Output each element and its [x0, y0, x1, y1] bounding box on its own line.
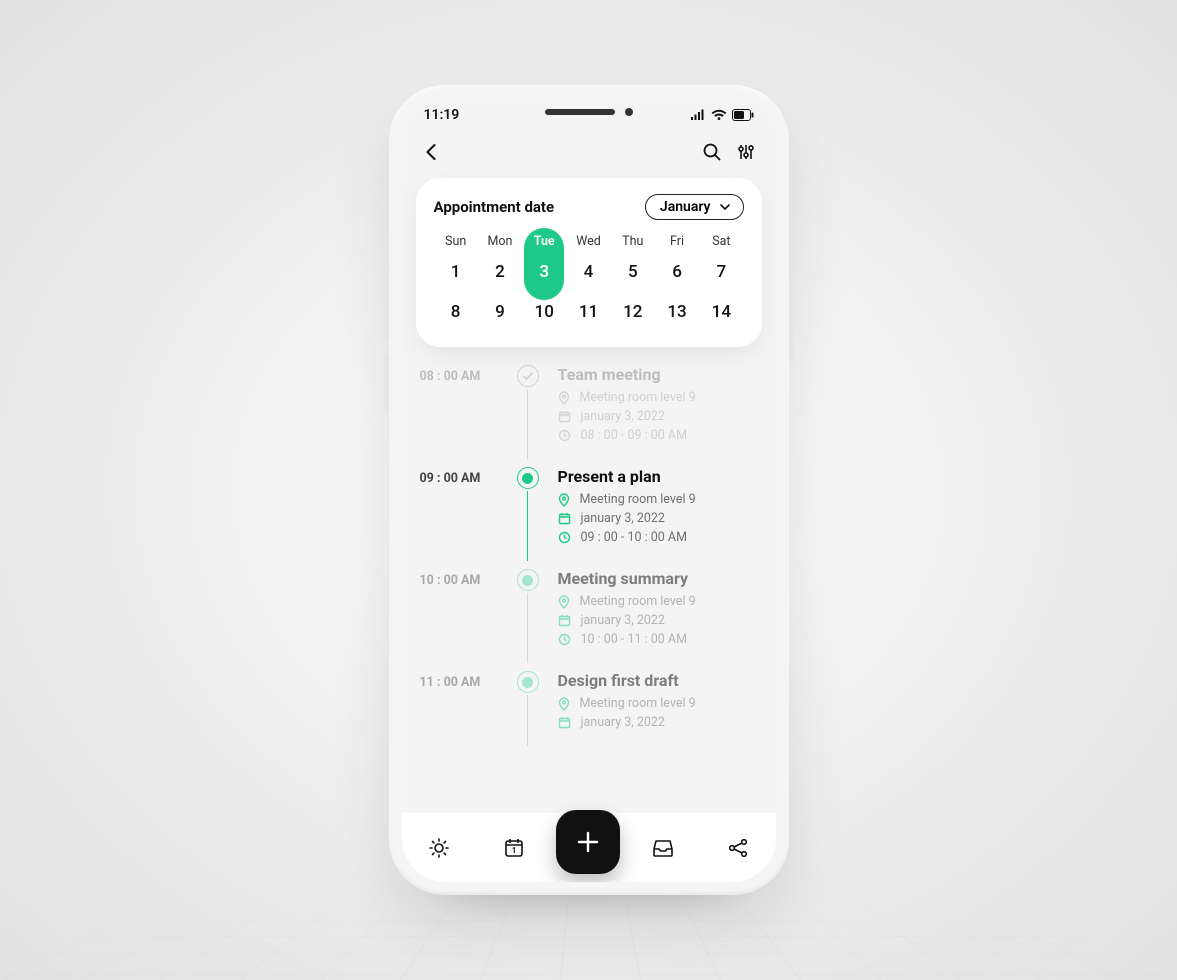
status-time: 11:19: [424, 107, 460, 123]
calendar-day[interactable]: 10: [522, 295, 566, 329]
calendar-day[interactable]: 6: [655, 255, 699, 289]
filter-button[interactable]: [736, 142, 756, 162]
event-marker: [517, 569, 539, 591]
back-button[interactable]: [422, 142, 442, 162]
event-location: Meeting room level 9: [558, 594, 768, 609]
calendar-day[interactable]: 9: [478, 295, 522, 329]
event-time: 10 : 00 AM: [420, 569, 512, 663]
event-date: january 3, 2022: [558, 409, 768, 424]
side-button: [384, 235, 389, 265]
wifi-icon: [711, 109, 727, 121]
timeline[interactable]: 08 : 00 AM Team meeting Meeting room lev…: [402, 365, 776, 882]
month-selector[interactable]: January: [645, 194, 744, 220]
screen: 11:19: [402, 98, 776, 882]
side-button: [384, 285, 389, 340]
calendar-day[interactable]: 12: [611, 295, 655, 329]
calendar-card: Appointment date January SunMonTueWedThu…: [416, 178, 762, 347]
calendar-day[interactable]: 8: [434, 295, 478, 329]
chevron-left-icon: [422, 142, 442, 162]
event-marker: [517, 365, 539, 387]
bottom-nav: 1: [402, 812, 776, 882]
nav-calendar[interactable]: 1: [503, 837, 525, 859]
inbox-icon: [651, 837, 675, 859]
chevron-down-icon: [719, 201, 731, 213]
app-header: [402, 132, 776, 168]
timeline-event[interactable]: 08 : 00 AM Team meeting Meeting room lev…: [402, 365, 776, 459]
event-date: january 3, 2022: [558, 613, 768, 628]
dow-label: Sat: [699, 234, 743, 249]
sliders-icon: [736, 142, 756, 162]
event-title: Present a plan: [558, 467, 768, 486]
calendar-day[interactable]: 11: [566, 295, 610, 329]
calendar-day[interactable]: 13: [655, 295, 699, 329]
signal-icon: [690, 109, 706, 121]
event-range: 09 : 00 - 10 : 00 AM: [558, 530, 768, 545]
event-location: Meeting room level 9: [558, 696, 768, 711]
event-location: Meeting room level 9: [558, 492, 768, 507]
event-title: Team meeting: [558, 365, 768, 384]
event-title: Meeting summary: [558, 569, 768, 588]
calendar-day[interactable]: 5: [611, 255, 655, 289]
nav-inbox[interactable]: [651, 837, 675, 859]
dow-label: Sun: [434, 234, 478, 249]
event-time: 08 : 00 AM: [420, 365, 512, 459]
calendar-day[interactable]: 3: [522, 255, 566, 289]
event-date: january 3, 2022: [558, 511, 768, 526]
battery-icon: [732, 109, 754, 121]
event-time: 11 : 00 AM: [420, 671, 512, 746]
add-button[interactable]: [556, 810, 620, 874]
notch: [545, 108, 633, 116]
calendar-day[interactable]: 14: [699, 295, 743, 329]
event-location: Meeting room level 9: [558, 390, 768, 405]
calendar-grid: SunMonTueWedThuFriSat 1234567 8910111213…: [434, 234, 744, 329]
nav-brightness[interactable]: [428, 837, 450, 859]
event-title: Design first draft: [558, 671, 768, 690]
svg-text:1: 1: [511, 846, 516, 855]
dow-label: Wed: [566, 234, 610, 249]
side-button: [384, 355, 389, 410]
sun-icon: [428, 837, 450, 859]
event-range: 08 : 00 - 09 : 00 AM: [558, 428, 768, 443]
share-icon: [727, 837, 749, 859]
dow-label: Mon: [478, 234, 522, 249]
month-label: January: [660, 199, 711, 215]
calendar-day[interactable]: 2: [478, 255, 522, 289]
dow-label: Tue: [522, 234, 566, 249]
calendar-icon: 1: [503, 837, 525, 859]
nav-share[interactable]: [727, 837, 749, 859]
event-marker: [517, 671, 539, 693]
plus-icon: [575, 829, 601, 855]
dow-label: Thu: [611, 234, 655, 249]
dow-label: Fri: [655, 234, 699, 249]
calendar-day[interactable]: 4: [566, 255, 610, 289]
calendar-day[interactable]: 1: [434, 255, 478, 289]
side-button: [789, 285, 794, 365]
timeline-event[interactable]: 10 : 00 AM Meeting summary Meeting room …: [402, 569, 776, 663]
calendar-day[interactable]: 7: [699, 255, 743, 289]
phone-frame: 11:19: [389, 85, 789, 895]
search-button[interactable]: [702, 142, 722, 162]
card-title: Appointment date: [434, 198, 555, 216]
timeline-event[interactable]: 09 : 00 AM Present a plan Meeting room l…: [402, 467, 776, 561]
event-range: 10 : 00 - 11 : 00 AM: [558, 632, 768, 647]
event-time: 09 : 00 AM: [420, 467, 512, 561]
timeline-event[interactable]: 11 : 00 AM Design first draft Meeting ro…: [402, 671, 776, 746]
event-date: january 3, 2022: [558, 715, 768, 730]
search-icon: [702, 142, 722, 162]
event-marker: [517, 467, 539, 489]
